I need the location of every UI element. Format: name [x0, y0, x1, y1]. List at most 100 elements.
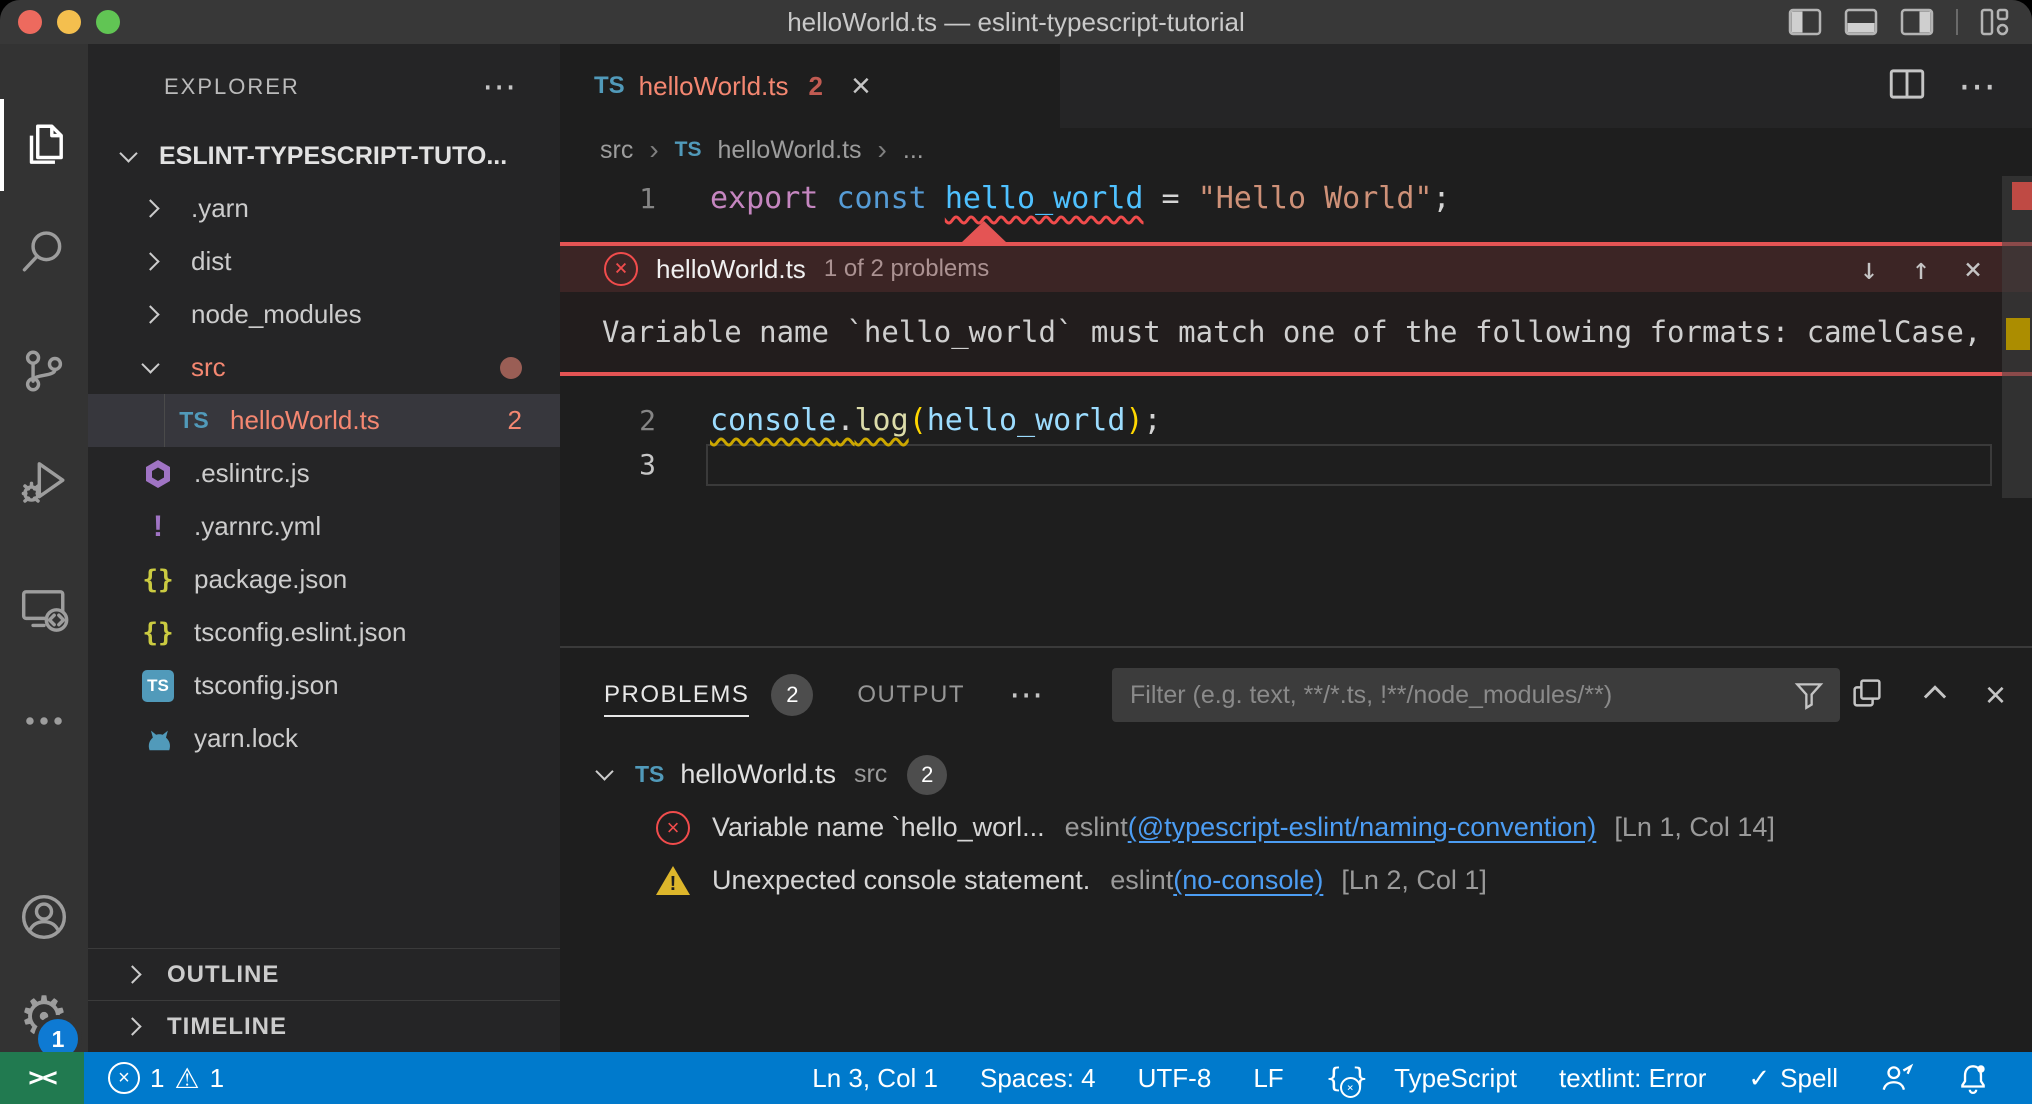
toggle-secondary-sidebar-icon[interactable]: [1900, 8, 1934, 36]
previous-problem-icon[interactable]: ↑: [1912, 252, 1930, 287]
project-root-row[interactable]: ESLINT-TYPESCRIPT-TUTO...: [88, 130, 560, 182]
tree-file-tsconfig-eslint-json[interactable]: {}tsconfig.eslint.json: [88, 606, 560, 659]
breadcrumb-folder[interactable]: src: [600, 136, 633, 165]
status-cursor-position[interactable]: Ln 3, Col 1: [812, 1063, 938, 1094]
toggle-panel-icon[interactable]: [1844, 8, 1878, 36]
next-problem-icon[interactable]: ↓: [1860, 252, 1878, 287]
activity-item-more-views-icon[interactable]: [0, 673, 88, 769]
tree-folder--yarn[interactable]: .yarn: [88, 182, 560, 235]
chevron-right-icon: ›: [878, 134, 887, 166]
sidebar-section-timeline[interactable]: TIMELINE: [88, 1000, 560, 1052]
tree-folder-src[interactable]: src: [88, 341, 560, 394]
status-encoding[interactable]: UTF-8: [1138, 1063, 1212, 1094]
tab-helloworld[interactable]: TS helloWorld.ts 2 ×: [560, 44, 1060, 128]
status-eol[interactable]: LF: [1253, 1063, 1283, 1094]
active-view-indicator: [0, 99, 4, 191]
tree-file-package-json[interactable]: {}package.json: [88, 553, 560, 606]
titlebar-separator: [1956, 9, 1958, 35]
problem-location: [Ln 1, Col 14]: [1614, 812, 1775, 843]
tree-item-label: .yarn: [191, 193, 249, 224]
tab-output[interactable]: OUTPUT: [857, 661, 965, 729]
activity-item-search-icon[interactable]: [0, 203, 88, 299]
activity-item-accounts-icon[interactable]: [0, 869, 88, 965]
problem-rule-link[interactable]: (no-console): [1173, 865, 1323, 896]
code-editor[interactable]: 1export const hello_world = "Hello World…: [560, 172, 2032, 646]
problems-group-path: src: [854, 760, 887, 789]
problems-list: TS helloWorld.ts src 2 ×Variable name `h…: [560, 742, 2032, 1052]
peek-error-message[interactable]: Variable name `hello_world` must match o…: [602, 315, 1981, 349]
check-icon: ✓: [1748, 1063, 1770, 1094]
status-problems[interactable]: × 1 ⚠ 1: [108, 1062, 224, 1095]
line-number: 2: [560, 404, 656, 437]
warning-icon: ⚠: [174, 1062, 199, 1095]
activity-item-remote-explorer-icon[interactable]: [0, 561, 88, 657]
editor-tab-bar: TS helloWorld.ts 2 × ⋯: [560, 44, 2032, 128]
braces-error-icon: {}×: [1326, 1063, 1385, 1094]
problems-file-group[interactable]: TS helloWorld.ts src 2: [560, 748, 2032, 801]
problems-filter-input[interactable]: [1112, 680, 1792, 711]
close-panel-icon[interactable]: ×: [1985, 677, 2006, 713]
status-error-count: 1: [150, 1063, 164, 1094]
code-line-1[interactable]: 1export const hello_world = "Hello World…: [560, 176, 2032, 220]
activity-bar: ⚙1: [0, 44, 88, 1052]
typescript-file-icon: TS: [635, 761, 664, 788]
tree-file-helloworld-ts[interactable]: TShelloWorld.ts2: [88, 394, 560, 447]
panel-more-tabs-icon[interactable]: ⋯: [1009, 675, 1043, 715]
remote-indicator[interactable]: ><: [0, 1052, 84, 1104]
editor-more-actions-icon[interactable]: ⋯: [1958, 64, 1996, 109]
tree-file-tsconfig-json[interactable]: TStsconfig.json: [88, 659, 560, 712]
sidebar-title: EXPLORER: [164, 74, 300, 100]
code-line-3[interactable]: 3: [560, 442, 2032, 486]
outline-label: OUTLINE: [167, 961, 279, 989]
activity-item-source-control-icon[interactable]: [0, 323, 88, 419]
tree-file--yarnrc-yml[interactable]: !.yarnrc.yml: [88, 500, 560, 553]
yml-file-icon: !: [136, 510, 180, 544]
tree-folder-dist[interactable]: dist: [88, 235, 560, 288]
typescript-file-icon: TS: [594, 72, 625, 100]
status-textlint[interactable]: textlint: Error: [1559, 1063, 1706, 1094]
tree-item-label: .eslintrc.js: [194, 458, 310, 489]
problem-row-warning[interactable]: !Unexpected console statement.eslint(no-…: [560, 854, 2032, 907]
notifications-bell-icon[interactable]: [1956, 1061, 1990, 1095]
error-icon: ×: [108, 1062, 140, 1094]
tree-file--eslintrc-js[interactable]: .eslintrc.js: [88, 447, 560, 500]
tab-problems[interactable]: PROBLEMS: [604, 661, 749, 729]
split-editor-icon[interactable]: [1886, 63, 1928, 110]
tab-close-icon[interactable]: ×: [851, 69, 871, 103]
problems-group-file: helloWorld.ts: [680, 759, 836, 790]
tree-file-yarn-lock[interactable]: yarn.lock: [88, 712, 560, 765]
problem-row-error[interactable]: ×Variable name `hello_worl...eslint(@typ…: [560, 801, 2032, 854]
toggle-sidebar-icon[interactable]: [1788, 8, 1822, 36]
modified-dot: [500, 357, 522, 379]
open-in-editor-icon[interactable]: [1849, 675, 1885, 716]
tab-label: helloWorld.ts: [639, 71, 789, 102]
maximize-panel-icon[interactable]: [1917, 675, 1953, 716]
peek-close-icon[interactable]: ×: [1964, 252, 1982, 287]
explorer-more-actions-icon[interactable]: ⋯: [482, 67, 516, 107]
status-spell[interactable]: ✓ Spell: [1748, 1063, 1838, 1094]
error-peek-widget: × helloWorld.ts 1 of 2 problems ↓ ↑ × Va…: [560, 242, 2032, 376]
status-language-mode[interactable]: {}× TypeScript: [1326, 1063, 1517, 1094]
status-warning-count: 1: [210, 1063, 224, 1094]
warning-icon: !: [656, 866, 690, 895]
breadcrumb-file[interactable]: helloWorld.ts: [718, 136, 862, 165]
line-number: 1: [560, 182, 656, 215]
customize-layout-icon[interactable]: [1980, 8, 2010, 36]
tree-item-label: node_modules: [191, 299, 362, 330]
tree-item-label: tsconfig.eslint.json: [194, 617, 406, 648]
activity-item-explorer-icon[interactable]: [0, 97, 88, 193]
code-line-2[interactable]: 2console.log(hello_world);: [560, 398, 2032, 442]
feedback-icon[interactable]: [1880, 1061, 1914, 1095]
tree-item-label: package.json: [194, 564, 347, 595]
tree-folder-node-modules[interactable]: node_modules: [88, 288, 560, 341]
tsconfig-file-icon: TS: [136, 670, 180, 702]
activity-item-settings-icon[interactable]: ⚙1: [0, 969, 88, 1065]
timeline-label: TIMELINE: [167, 1013, 287, 1041]
problem-rule-link[interactable]: (@typescript-eslint/naming-convention): [1128, 812, 1597, 843]
breadcrumb-symbol[interactable]: ...: [903, 136, 924, 165]
chevron-right-icon: [141, 305, 159, 323]
activity-item-run-and-debug-icon[interactable]: [0, 433, 88, 529]
sidebar-section-outline[interactable]: OUTLINE: [88, 948, 560, 1000]
status-indentation[interactable]: Spaces: 4: [980, 1063, 1096, 1094]
problems-filter: [1112, 668, 1840, 722]
